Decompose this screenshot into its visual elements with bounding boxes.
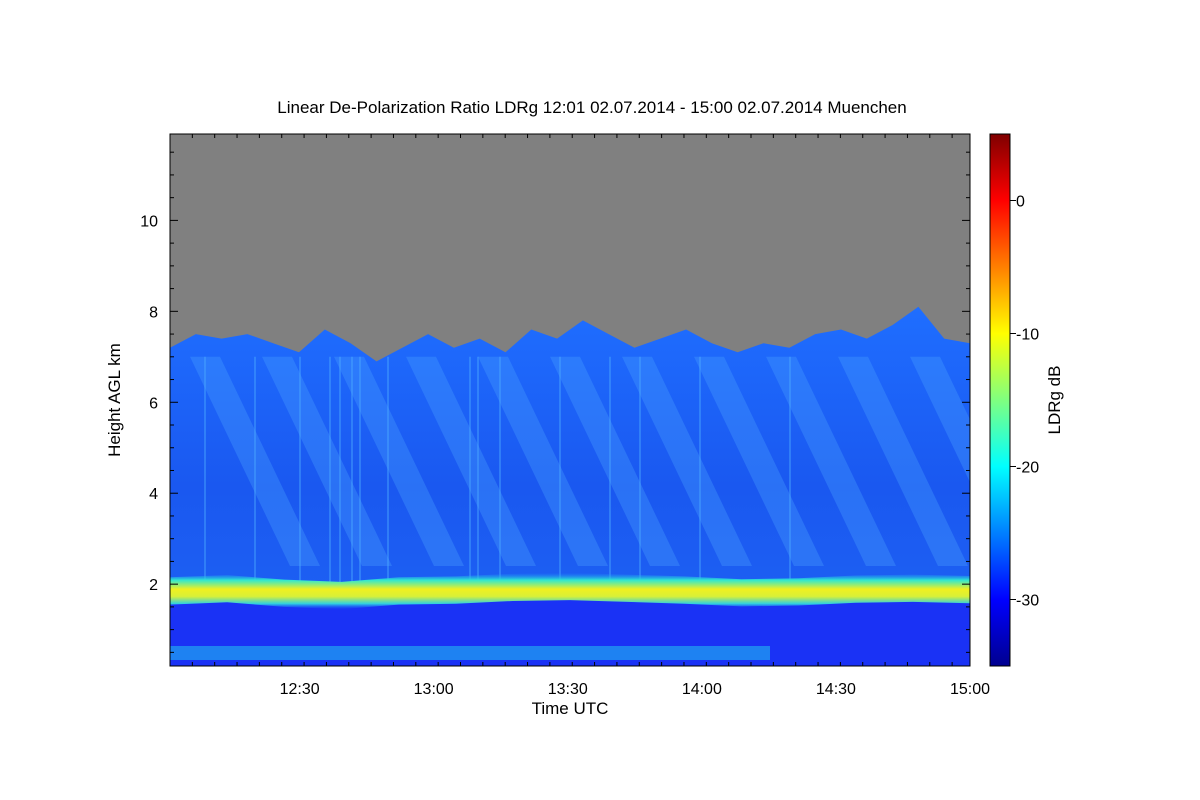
x-tick-label: 15:00 xyxy=(950,681,990,698)
y-tick-label: 6 xyxy=(149,395,158,412)
colorbar-tick-label: -10 xyxy=(1016,327,1039,344)
x-tick-label: 14:00 xyxy=(682,681,722,698)
x-tick-label: 13:30 xyxy=(548,681,588,698)
colorbar-tick-label: -30 xyxy=(1016,593,1039,610)
y-tick-label: 4 xyxy=(149,486,158,503)
y-tick-label: 10 xyxy=(140,213,158,230)
y-axis-title: Height AGL km xyxy=(105,343,124,457)
x-tick-label: 14:30 xyxy=(816,681,856,698)
y-tick-label: 8 xyxy=(149,304,158,321)
y-tick-label: 2 xyxy=(149,577,158,594)
plot-area xyxy=(170,134,970,666)
x-tick-label: 12:30 xyxy=(280,681,320,698)
surface-noise-band xyxy=(170,646,770,660)
colorbar-axis: 0 -10 -20 -30 xyxy=(1010,194,1039,610)
x-tick-label: 13:00 xyxy=(414,681,454,698)
ldr-chart: Linear De-Polarization Ratio LDRg 12:01 … xyxy=(105,98,1064,718)
colorbar-tick-label: -20 xyxy=(1016,460,1039,477)
x-axis-title: Time UTC xyxy=(532,699,609,718)
colorbar xyxy=(989,133,1011,667)
colorbar-title: LDRg dB xyxy=(1045,366,1064,435)
colorbar-tick-label: 0 xyxy=(1016,194,1025,211)
chart-title: Linear De-Polarization Ratio LDRg 12:01 … xyxy=(277,98,906,117)
